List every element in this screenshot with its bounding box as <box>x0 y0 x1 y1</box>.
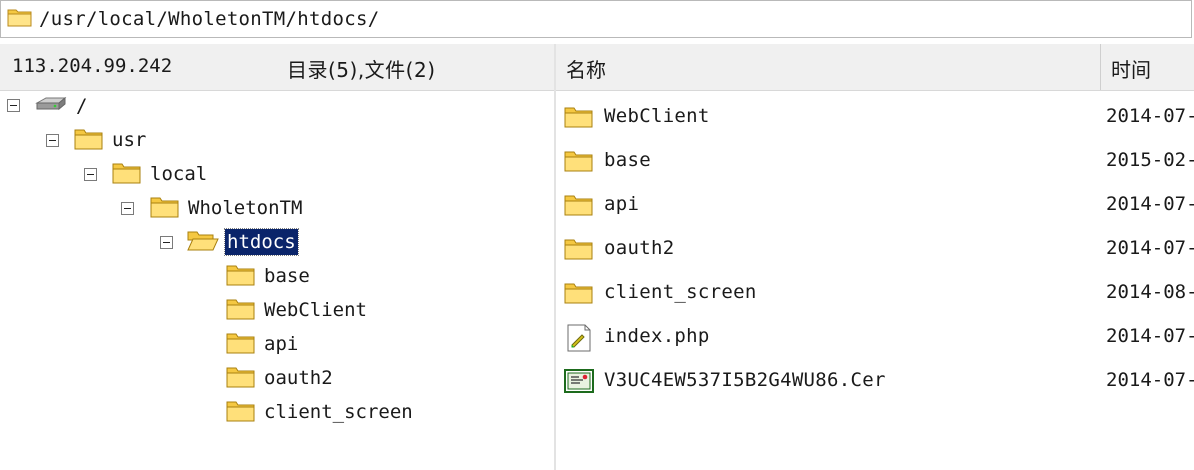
tree-node-webclient[interactable]: WebClient <box>226 297 369 323</box>
file-name: api <box>604 193 640 215</box>
path-text: /usr/local/WholetonTM/htdocs/ <box>39 8 380 30</box>
drive-icon <box>34 95 68 117</box>
host-address: 113.204.99.242 <box>12 55 173 77</box>
folder-icon <box>564 192 594 220</box>
folder-icon <box>7 6 33 32</box>
folder-icon <box>564 280 594 308</box>
list-item[interactable]: base 2015-02- <box>556 146 1194 176</box>
file-name: index.php <box>604 325 710 347</box>
column-header-name[interactable]: 名称 <box>566 54 606 83</box>
tree-node-base[interactable]: base <box>226 263 312 289</box>
collapse-toggle[interactable] <box>7 99 20 112</box>
file-name: WebClient <box>604 105 710 127</box>
collapse-toggle[interactable] <box>160 236 173 249</box>
file-name: base <box>604 149 651 171</box>
directory-tree: / usr local WholetonTM htdocs base WebCl… <box>0 90 554 470</box>
file-name: oauth2 <box>604 237 675 259</box>
php-file-icon <box>564 324 594 356</box>
tree-node-label: / <box>76 95 88 117</box>
folder-icon <box>150 194 180 222</box>
list-item[interactable]: client_screen 2014-08- <box>556 278 1194 308</box>
tree-node-label: client_screen <box>264 401 413 423</box>
tree-node-root[interactable]: / <box>34 93 89 119</box>
folder-icon <box>226 262 256 290</box>
folder-icon <box>226 330 256 358</box>
tree-node-label: usr <box>112 129 147 151</box>
folder-icon <box>226 364 256 392</box>
tree-header: 113.204.99.242 目录(5),文件(2) <box>0 44 555 91</box>
tree-node-label: base <box>264 265 310 287</box>
tree-node-label: WebClient <box>264 299 367 321</box>
file-list: WebClient 2014-07- base 2015-02- api 201… <box>556 94 1194 470</box>
tree-node-htdocs[interactable]: htdocs <box>187 228 299 256</box>
column-divider[interactable] <box>1100 44 1101 90</box>
folder-icon <box>564 148 594 176</box>
list-item[interactable]: index.php 2014-07- <box>556 322 1194 352</box>
tree-node-usr[interactable]: usr <box>74 127 148 153</box>
list-item[interactable]: WebClient 2014-07- <box>556 102 1194 132</box>
path-bar[interactable]: /usr/local/WholetonTM/htdocs/ <box>0 0 1192 38</box>
folder-icon <box>226 398 256 426</box>
tree-node-local[interactable]: local <box>112 161 209 187</box>
file-name: V3UC4EW537I5B2G4WU86.Cer <box>604 369 886 391</box>
tree-node-wholetontm[interactable]: WholetonTM <box>150 195 304 221</box>
file-time: 2014-07- <box>1106 325 1194 347</box>
collapse-toggle[interactable] <box>46 134 59 147</box>
tree-node-label: api <box>264 333 299 355</box>
collapse-toggle[interactable] <box>121 202 134 215</box>
open-folder-icon <box>187 228 219 256</box>
folder-icon <box>226 296 256 324</box>
file-list-header: 名称 时间 <box>556 44 1194 91</box>
file-time: 2014-07- <box>1106 105 1194 127</box>
file-time: 2015-02- <box>1106 149 1194 171</box>
tree-node-label: local <box>150 163 208 185</box>
collapse-toggle[interactable] <box>84 168 97 181</box>
file-time: 2014-07- <box>1106 237 1194 259</box>
tree-node-oauth2[interactable]: oauth2 <box>226 365 335 391</box>
file-time: 2014-07- <box>1106 369 1194 391</box>
tree-node-label: WholetonTM <box>188 197 303 219</box>
tree-node-label: htdocs <box>224 228 299 256</box>
list-item[interactable]: V3UC4EW537I5B2G4WU86.Cer 2014-07- <box>556 366 1194 396</box>
folder-icon <box>74 126 104 154</box>
folder-icon <box>112 160 142 188</box>
tree-node-client-screen[interactable]: client_screen <box>226 399 415 425</box>
folder-icon <box>564 104 594 132</box>
column-header-time[interactable]: 时间 <box>1111 54 1151 83</box>
file-name: client_screen <box>604 281 757 303</box>
list-item[interactable]: oauth2 2014-07- <box>556 234 1194 264</box>
item-counts: 目录(5),文件(2) <box>287 58 436 82</box>
file-time: 2014-07- <box>1106 193 1194 215</box>
list-item[interactable]: api 2014-07- <box>556 190 1194 220</box>
file-time: 2014-08- <box>1106 281 1194 303</box>
certificate-file-icon <box>564 368 594 398</box>
tree-node-label: oauth2 <box>264 367 333 389</box>
tree-node-api[interactable]: api <box>226 331 300 357</box>
folder-icon <box>564 236 594 264</box>
